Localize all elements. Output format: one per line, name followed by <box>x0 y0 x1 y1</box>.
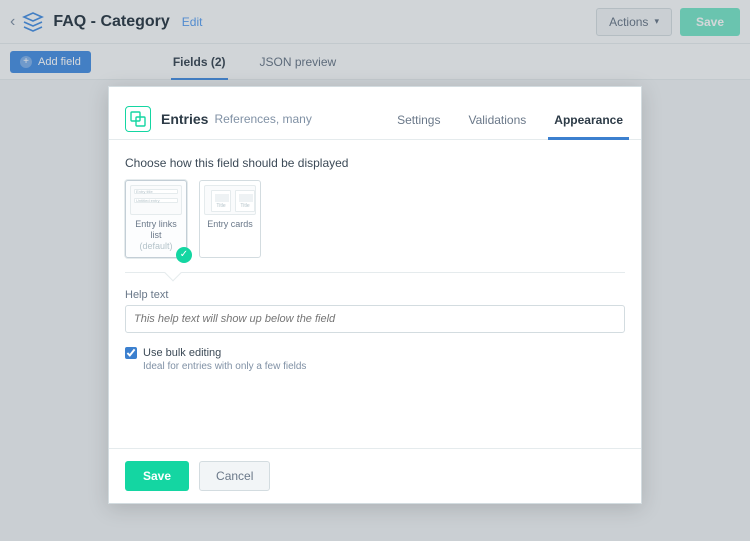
modal-header: Entries References, many Settings Valida… <box>109 87 641 140</box>
option-preview: Entry title Untitled entry <box>130 185 182 215</box>
preview-text: Untitled entry <box>136 198 160 203</box>
option-caption: Entry cards <box>204 219 256 230</box>
bulk-editing-row[interactable]: Use bulk editing <box>125 347 625 359</box>
tab-settings[interactable]: Settings <box>395 99 442 139</box>
save-button[interactable]: Save <box>125 461 189 491</box>
references-icon <box>125 106 151 132</box>
option-title: Entry links list <box>135 219 177 240</box>
option-entry-links-list[interactable]: Entry title Untitled entry Entry links l… <box>125 180 187 258</box>
option-title: Entry cards <box>207 219 253 229</box>
modal-body: Choose how this field should be displaye… <box>109 140 641 388</box>
bulk-editing-checkbox[interactable] <box>125 347 137 359</box>
option-preview: Title Title <box>204 185 256 215</box>
help-text-label: Help text <box>125 289 625 301</box>
modal-footer: Save Cancel <box>109 448 641 503</box>
bulk-editing-label: Use bulk editing <box>143 347 221 359</box>
preview-text: Entry title <box>136 189 153 194</box>
preview-card: Title <box>211 190 231 212</box>
modal-overlay: Entries References, many Settings Valida… <box>0 0 750 541</box>
field-editor-modal: Entries References, many Settings Valida… <box>108 86 642 504</box>
help-text-input[interactable] <box>125 305 625 333</box>
selected-notch <box>165 265 182 282</box>
appearance-options: Entry title Untitled entry Entry links l… <box>125 180 625 273</box>
cancel-button[interactable]: Cancel <box>199 461 270 491</box>
field-name: Entries <box>161 111 208 127</box>
bulk-editing-note: Ideal for entries with only a few fields <box>143 361 625 372</box>
option-caption: Entry links list (default) <box>130 219 182 251</box>
tab-appearance[interactable]: Appearance <box>552 99 625 139</box>
modal-tabs: Settings Validations Appearance <box>395 99 625 139</box>
tab-validations[interactable]: Validations <box>466 99 528 139</box>
check-icon: ✓ <box>176 247 192 263</box>
option-entry-cards[interactable]: Title Title Entry cards <box>199 180 261 258</box>
preview-card: Title <box>235 190 255 212</box>
field-type: References, many <box>214 112 311 126</box>
option-subtitle: (default) <box>139 241 172 251</box>
section-label: Choose how this field should be displaye… <box>125 156 625 170</box>
